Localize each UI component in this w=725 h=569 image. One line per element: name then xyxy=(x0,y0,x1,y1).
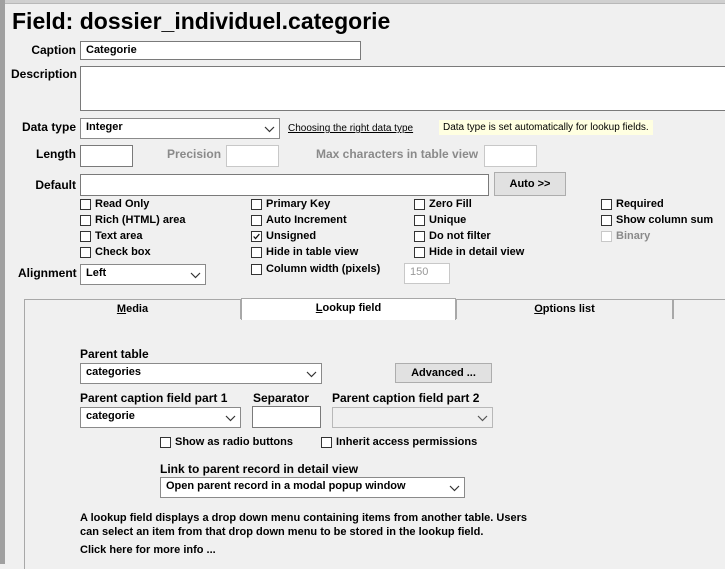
checkbox-square xyxy=(160,436,171,448)
alignment-select[interactable]: Left xyxy=(80,264,206,285)
default-field[interactable] xyxy=(80,174,489,196)
chevron-down-icon xyxy=(449,485,460,491)
hide-in-detail-view-checkbox[interactable]: Hide in detail view xyxy=(414,246,524,258)
description-field[interactable] xyxy=(80,66,725,111)
chevron-down-icon xyxy=(190,272,201,278)
window-top-edge xyxy=(0,0,725,4)
check-box-checkbox[interactable]: Check box xyxy=(80,246,151,258)
tab-media[interactable]: Media xyxy=(24,299,241,319)
default-label: Default xyxy=(35,178,76,192)
column-width-checkbox[interactable]: Column width (pixels) xyxy=(251,263,380,275)
rich-html-checkbox[interactable]: Rich (HTML) area xyxy=(80,214,185,226)
maxchars-field[interactable] xyxy=(484,145,537,167)
parent-table-select[interactable]: categories xyxy=(80,363,322,384)
checkbox-square xyxy=(251,214,262,226)
unsigned-checkbox[interactable]: Unsigned xyxy=(251,230,316,242)
advanced-button[interactable]: Advanced ... xyxy=(395,363,492,383)
alignment-value: Left xyxy=(86,267,107,279)
chevron-down-icon xyxy=(225,415,236,421)
auto-increment-checkbox[interactable]: Auto Increment xyxy=(251,214,347,226)
more-info-link[interactable]: Click here for more info ... xyxy=(80,542,216,558)
parent-table-label: Parent table xyxy=(80,347,149,361)
checkbox-square xyxy=(414,246,425,258)
checkbox-square xyxy=(251,246,262,258)
checkbox-square xyxy=(80,214,91,226)
show-as-radio-checkbox[interactable]: Show as radio buttons xyxy=(160,436,293,448)
primary-key-checkbox[interactable]: Primary Key xyxy=(251,198,330,210)
precision-field[interactable] xyxy=(226,145,279,167)
link-to-parent-label: Link to parent record in detail view xyxy=(160,462,359,476)
zero-fill-checkbox[interactable]: Zero Fill xyxy=(414,198,472,210)
chevron-down-icon xyxy=(306,371,317,377)
chevron-down-icon xyxy=(477,415,488,421)
window-left-edge xyxy=(0,0,5,564)
checkbox-square xyxy=(251,198,262,210)
required-checkbox[interactable]: Required xyxy=(601,198,664,210)
caption-part1-select[interactable]: categorie xyxy=(80,407,241,428)
text-area-checkbox[interactable]: Text area xyxy=(80,230,143,242)
checkbox-square xyxy=(80,246,91,258)
tab-options-list[interactable]: Options list xyxy=(456,299,673,319)
auto-button[interactable]: Auto >> xyxy=(494,172,566,196)
show-column-sum-checkbox[interactable]: Show column sum xyxy=(601,214,713,226)
unique-checkbox[interactable]: Unique xyxy=(414,214,466,226)
description-label: Description xyxy=(11,67,78,81)
checkbox-square xyxy=(251,263,262,275)
column-width-field[interactable]: 150 xyxy=(404,263,450,284)
chevron-down-icon xyxy=(264,126,275,132)
checkbox-square xyxy=(414,214,425,226)
checkbox-square xyxy=(80,230,91,242)
caption-part2-select[interactable] xyxy=(332,407,493,428)
datatype-select[interactable]: Integer xyxy=(80,118,280,139)
tab-overflow[interactable] xyxy=(673,299,725,319)
length-label: Length xyxy=(36,147,76,161)
checkmark-icon xyxy=(253,233,260,239)
separator-label: Separator xyxy=(253,391,310,405)
caption-field[interactable]: Categorie xyxy=(80,41,361,60)
lookup-info-line2: can select an item from that drop down m… xyxy=(80,526,484,538)
checkbox-square xyxy=(414,230,425,242)
link-to-parent-select[interactable]: Open parent record in a modal popup wind… xyxy=(160,477,465,498)
do-not-filter-checkbox[interactable]: Do not filter xyxy=(414,230,491,242)
link-to-parent-value: Open parent record in a modal popup wind… xyxy=(166,480,406,492)
checkbox-square xyxy=(601,198,612,210)
read-only-checkbox[interactable]: Read Only xyxy=(80,198,149,210)
separator-field[interactable] xyxy=(252,406,321,428)
inherit-access-checkbox[interactable]: Inherit access permissions xyxy=(321,436,477,448)
checkbox-square xyxy=(414,198,425,210)
checkbox-square xyxy=(601,230,612,242)
length-field[interactable] xyxy=(80,145,133,167)
hide-in-table-view-checkbox[interactable]: Hide in table view xyxy=(251,246,358,258)
checkbox-square xyxy=(80,198,91,210)
datatype-help-link[interactable]: Choosing the right data type xyxy=(288,123,413,134)
datatype-hint: Data type is set automatically for looku… xyxy=(439,120,653,135)
caption-part1-label: Parent caption field part 1 xyxy=(80,391,228,405)
checkbox-square xyxy=(321,436,332,448)
caption-part2-label: Parent caption field part 2 xyxy=(332,391,480,405)
maxchars-label: Max characters in table view xyxy=(316,147,479,161)
checkbox-square xyxy=(251,230,262,242)
page-title: Field: dossier_individuel.categorie xyxy=(12,8,391,34)
alignment-label: Alignment xyxy=(18,266,77,280)
caption-part1-value: categorie xyxy=(86,410,135,422)
datatype-value: Integer xyxy=(86,121,123,133)
parent-table-value: categories xyxy=(86,366,142,378)
checkbox-square xyxy=(601,214,612,226)
caption-label: Caption xyxy=(31,43,76,57)
precision-label: Precision xyxy=(167,147,222,161)
tab-lookup-field[interactable]: Lookup field xyxy=(241,298,456,320)
binary-checkbox[interactable]: Binary xyxy=(601,230,650,242)
datatype-label: Data type xyxy=(21,120,76,134)
